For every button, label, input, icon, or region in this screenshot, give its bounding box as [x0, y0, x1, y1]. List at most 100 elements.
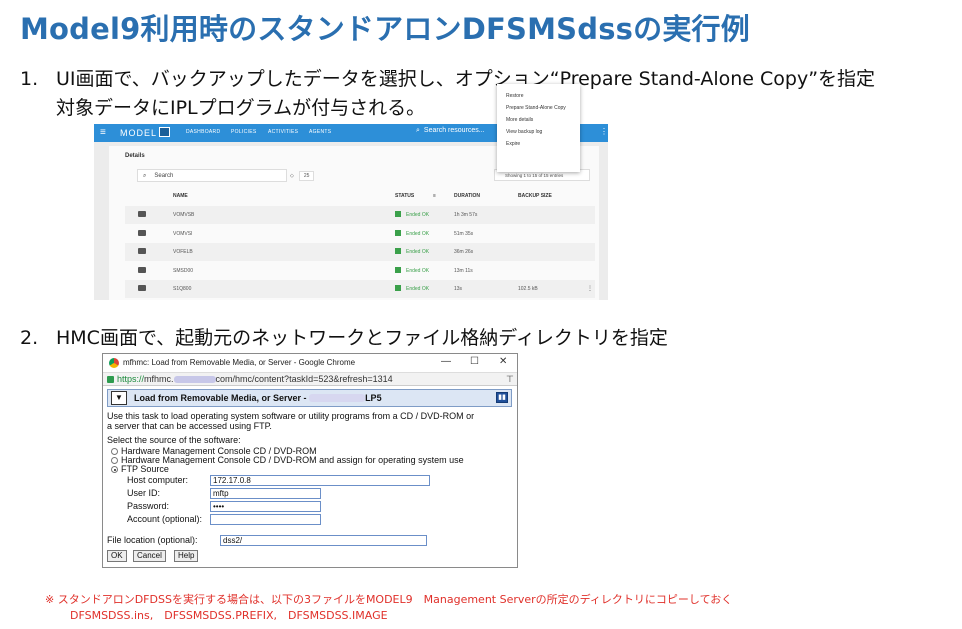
host-computer-input[interactable]: 172.17.0.8 — [210, 475, 430, 486]
task-header: ▼ Load from Removable Media, or Server -… — [107, 389, 512, 407]
per-page-selector[interactable]: ◇ 25 — [290, 171, 315, 181]
hamburger-menu-icon[interactable]: ≡ — [100, 127, 106, 138]
url-text: https://mfhmc. com/hmc/content?taskId=523… — [117, 374, 393, 384]
menu-item-restore[interactable]: Restore — [506, 93, 524, 99]
user-id-label: User ID: — [127, 488, 161, 498]
step-1-number: 1. — [20, 68, 39, 90]
row-name: VOMVSI — [173, 231, 193, 237]
pin-icon[interactable]: ⊤ — [506, 374, 514, 385]
cancel-button[interactable]: Cancel — [133, 550, 166, 562]
menu-item-prepare-stand-alone-copy[interactable]: Prepare Stand-Alone Copy — [506, 105, 566, 111]
table-row[interactable]: SMSD00 Ended OK 13m 11s — [125, 262, 595, 280]
close-icon[interactable]: ✕ — [499, 356, 507, 367]
option-ftp-source-label: FTP Source — [121, 464, 169, 474]
url-path: com/hmc/content?taskId=523&refresh=1314 — [215, 374, 393, 384]
row-duration: 36m 26s — [454, 249, 474, 255]
task-menu-icon[interactable]: ▼ — [111, 391, 127, 405]
row-status: Ended OK — [406, 286, 430, 292]
minimize-icon[interactable]: — — [441, 356, 451, 367]
window-title-bar: mfhmc: Load from Removable Media, or Ser… — [103, 354, 517, 372]
row-menu-icon[interactable]: ⋮ — [587, 285, 593, 292]
column-header-name[interactable]: NAME — [173, 193, 188, 199]
status-ok-icon — [395, 248, 401, 254]
per-page-toggle-icon: ◇ — [290, 173, 294, 179]
redacted-region — [173, 376, 216, 383]
user-id-input[interactable]: mftp — [210, 488, 321, 499]
ok-button[interactable]: OK — [107, 550, 127, 562]
row-duration: 51m 35s — [454, 231, 474, 237]
password-input[interactable]: •••• — [210, 501, 321, 512]
row-name: VOMVSB — [173, 212, 195, 218]
row-status: Ended OK — [406, 231, 430, 237]
host-computer-label: Host computer: — [127, 475, 189, 485]
row-backup-size: 102.5 kB — [518, 286, 538, 292]
row-status: Ended OK — [406, 249, 430, 255]
row-name: VOFELB — [173, 249, 193, 255]
account-input[interactable] — [210, 514, 321, 525]
per-page-value: 25 — [298, 171, 315, 181]
file-location-label: File location (optional): — [107, 535, 198, 545]
menu-item-more-details[interactable]: More details — [506, 117, 533, 123]
status-ok-icon — [395, 211, 401, 217]
help-button[interactable]: Help — [174, 550, 199, 562]
nav-policies[interactable]: POLICIES — [231, 129, 256, 135]
nav-dashboard[interactable]: DASHBOARD — [186, 129, 220, 135]
nav-activities[interactable]: ACTIVITIES — [268, 129, 298, 135]
filter-search-placeholder: Search — [154, 173, 174, 179]
table-row[interactable]: VOMVSB Ended OK 1h 3m 57s — [125, 206, 595, 224]
status-ok-icon — [395, 230, 401, 236]
account-label: Account (optional): — [127, 514, 203, 524]
menu-item-expire[interactable]: Expire — [506, 141, 520, 147]
redacted-region — [309, 394, 366, 402]
file-location-input[interactable]: dss2/ — [220, 535, 427, 546]
chrome-icon — [109, 358, 119, 368]
menu-item-view-backup-log[interactable]: View backup log — [506, 129, 542, 135]
step-2-text: HMC画面で、起動元のネットワークとファイル格納ディレクトリを指定 — [56, 327, 668, 349]
address-bar[interactable]: https://mfhmc. com/hmc/content?taskId=523… — [103, 372, 517, 386]
task-description-line-1: Use this task to load operating system s… — [107, 411, 475, 421]
row-duration: 1h 3m 57s — [454, 212, 478, 218]
radio-hmc-cd[interactable] — [111, 448, 118, 455]
folder-icon — [138, 248, 146, 254]
status-ok-icon — [395, 285, 401, 291]
column-header-status[interactable]: STATUS — [395, 193, 414, 199]
nav-agents[interactable]: AGENTS — [309, 129, 331, 135]
password-label: Password: — [127, 501, 170, 511]
task-title-text: Load from Removable Media, or Server - — [134, 393, 310, 403]
folder-icon — [138, 267, 146, 273]
maximize-icon[interactable]: ☐ — [470, 356, 479, 367]
row-context-menu: Restore Prepare Stand-Alone Copy More de… — [497, 84, 580, 172]
table-row[interactable]: VOFELB Ended OK 36m 26s — [125, 243, 595, 261]
table-row[interactable]: VOMVSI Ended OK 51m 35s — [125, 225, 595, 243]
folder-icon — [138, 285, 146, 291]
table-row[interactable]: S1Q800 Ended OK 13s 102.5 kB ⋮ — [125, 280, 595, 298]
lock-icon — [107, 376, 114, 383]
radio-ftp-source[interactable] — [111, 466, 118, 473]
filter-search-icon: ⌕ — [143, 173, 147, 179]
task-title: Load from Removable Media, or Server - L… — [134, 393, 382, 403]
url-scheme: https:// — [117, 374, 145, 384]
footnote-line-2: DFSMSDSS.ins, DFSSMSDSS.PREFIX, DFSMSDSS… — [70, 609, 388, 622]
slide-title: Model9利用時のスタンドアロンDFSMSdssの実行例 — [20, 12, 750, 46]
status-ok-icon — [395, 267, 401, 273]
radio-hmc-cd-assign[interactable] — [111, 457, 118, 464]
row-duration: 13s — [454, 286, 463, 292]
resource-search-placeholder: Search resources... — [423, 127, 485, 134]
source-select-label: Select the source of the software: — [107, 435, 241, 445]
model9-logo-icon — [159, 127, 171, 137]
model9-logo-text: MODEL — [120, 128, 158, 138]
filter-search-input[interactable]: ⌕ Search — [137, 169, 287, 182]
option-hmc-cd-assign-label: Hardware Management Console CD / DVD-ROM… — [121, 455, 464, 465]
row-duration: 13m 11s — [454, 268, 473, 274]
column-header-duration[interactable]: DURATION — [454, 193, 480, 199]
row-name: S1Q800 — [173, 286, 192, 292]
status-filter-icon[interactable]: ≡ — [433, 193, 436, 199]
more-options-icon[interactable]: ⋮ — [600, 127, 608, 136]
model9-logo: MODEL — [120, 127, 171, 138]
task-help-icon[interactable]: ▮▮ — [496, 392, 508, 403]
details-heading: Details — [125, 153, 145, 159]
folder-icon — [138, 230, 146, 236]
resource-search-input[interactable]: ⌕ Search resources... — [416, 127, 489, 135]
column-header-backup-size[interactable]: BACKUP SIZE — [518, 193, 552, 199]
hmc-browser-window: mfhmc: Load from Removable Media, or Ser… — [102, 353, 518, 568]
